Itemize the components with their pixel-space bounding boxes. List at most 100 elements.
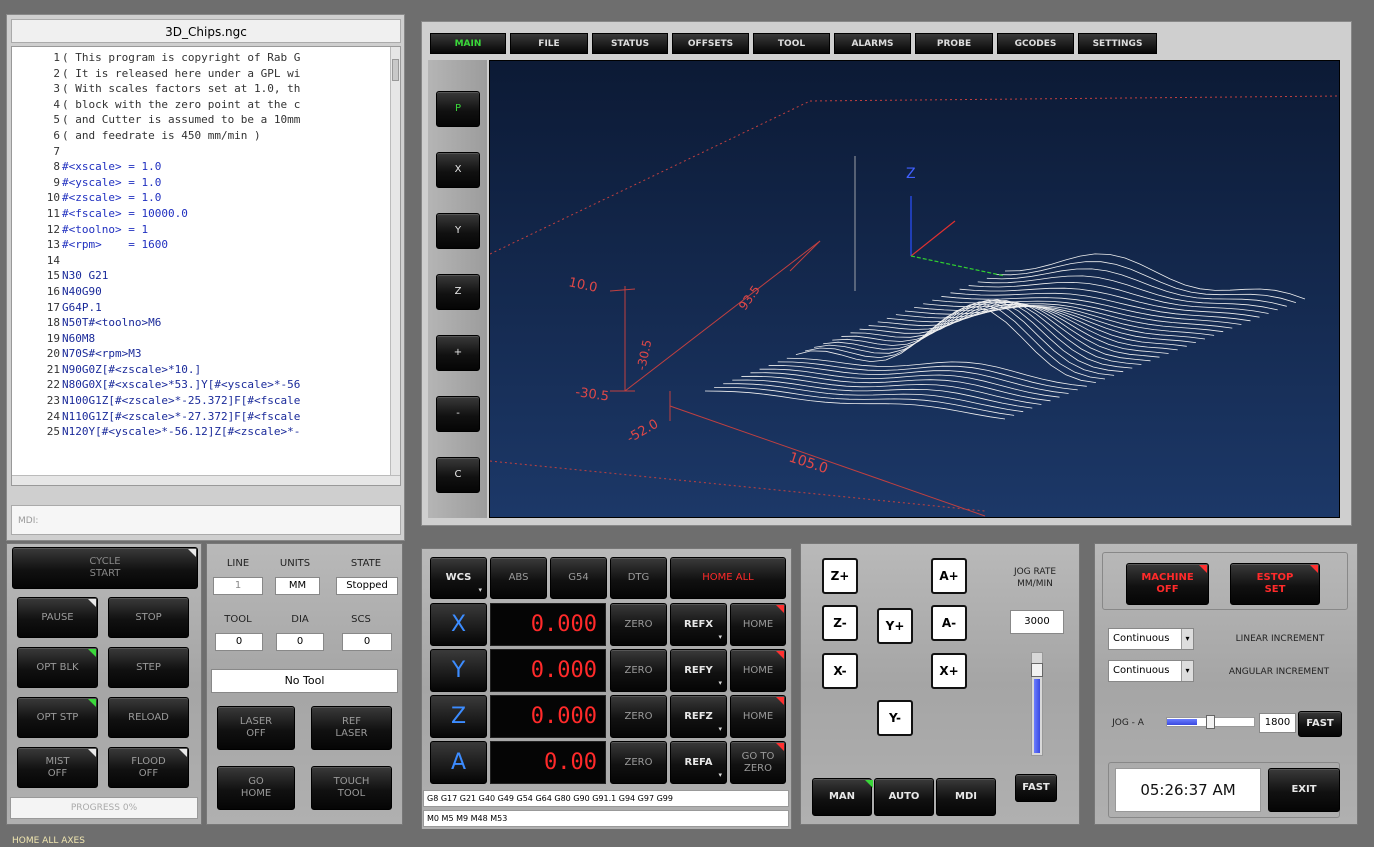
zero-z-button[interactable]: ZERO: [610, 695, 667, 738]
tab-tool[interactable]: TOOL: [753, 33, 830, 54]
tab-offsets[interactable]: OFFSETS: [672, 33, 749, 54]
jog-y-plus-button[interactable]: Y+: [877, 608, 913, 644]
touch-tool-button[interactable]: TOUCH TOOL: [311, 766, 392, 810]
tab-alarms[interactable]: ALARMS: [834, 33, 911, 54]
tab-probe[interactable]: PROBE: [915, 33, 993, 54]
toolpath-line: [786, 357, 1087, 387]
dim-label-4: 105.0: [787, 450, 830, 478]
jog-rate-slider[interactable]: [1031, 652, 1043, 756]
home-a-button[interactable]: GO TO ZERO: [730, 741, 786, 784]
line-text: N60M8: [62, 331, 96, 345]
jog-z-minus-button[interactable]: Z-: [822, 605, 858, 641]
flood-button[interactable]: FLOOD OFF: [108, 747, 189, 788]
line-number: 10: [46, 191, 60, 205]
tab-gcodes[interactable]: GCODES: [997, 33, 1074, 54]
tab-main[interactable]: MAIN: [430, 33, 506, 54]
vertical-scrollbar[interactable]: [390, 47, 400, 475]
jog-a-value[interactable]: 1800: [1259, 713, 1296, 733]
jog-a-slider-thumb[interactable]: [1206, 715, 1215, 729]
wcs-label: WCS: [445, 572, 472, 583]
line-number: 14: [46, 253, 60, 267]
dim-label-1: 10.0: [567, 275, 598, 296]
opt-blk-button[interactable]: OPT BLK: [17, 647, 98, 688]
jog-fast-button[interactable]: FAST: [1015, 774, 1057, 802]
zero-x-button[interactable]: ZERO: [610, 603, 667, 646]
ref-a-button[interactable]: REFA ▾: [670, 741, 727, 784]
reload-button[interactable]: RELOAD: [108, 697, 189, 738]
home-x-button[interactable]: HOME: [730, 603, 786, 646]
cycle-start-button[interactable]: CYCLE START: [12, 547, 198, 589]
view-y-button[interactable]: Y: [436, 213, 480, 249]
jog-x-minus-button[interactable]: X-: [822, 653, 858, 689]
auto-mode-button[interactable]: AUTO: [874, 778, 934, 816]
view-x-button[interactable]: X: [436, 152, 480, 188]
jog-a-slider[interactable]: [1166, 715, 1255, 729]
view-zoom-in-button[interactable]: +: [436, 335, 480, 371]
estop-set-button[interactable]: ESTOP SET: [1230, 563, 1320, 605]
axis-z-button[interactable]: Z: [430, 695, 487, 738]
jog-a-fast-button[interactable]: FAST: [1298, 711, 1342, 737]
zero-a-button[interactable]: ZERO: [610, 741, 667, 784]
tab-settings[interactable]: SETTINGS: [1078, 33, 1157, 54]
gcode-line: 21 N90G0Z[#<zscale>*10.]: [12, 362, 392, 378]
gcode-text-area[interactable]: 1( This program is copyright of Rab G 2( …: [11, 46, 401, 486]
ref-z-label: REFZ: [684, 710, 713, 722]
horizontal-scrollbar[interactable]: [12, 475, 400, 485]
exit-button[interactable]: EXIT: [1268, 768, 1340, 812]
axis-y-button[interactable]: Y: [430, 649, 487, 692]
stop-button[interactable]: STOP: [108, 597, 189, 638]
zero-y-button[interactable]: ZERO: [610, 649, 667, 692]
line-text: ( It is released here under a GPL wi: [62, 66, 301, 80]
z-axis-label: Z: [906, 166, 916, 182]
home-y-button[interactable]: HOME: [730, 649, 786, 692]
line-number: 20: [46, 347, 60, 361]
abs-button[interactable]: ABS: [490, 557, 547, 599]
view-zoom-out-button[interactable]: -: [436, 396, 480, 432]
g54-button[interactable]: G54: [550, 557, 607, 599]
machine-off-button[interactable]: MACHINE OFF: [1126, 563, 1209, 605]
view-perspective-button[interactable]: P: [436, 91, 480, 127]
step-button[interactable]: STEP: [108, 647, 189, 688]
jog-a-minus-button[interactable]: A-: [931, 605, 967, 641]
jog-y-minus-button[interactable]: Y-: [877, 700, 913, 736]
mdi-mode-button[interactable]: MDI: [936, 778, 996, 816]
pause-button[interactable]: PAUSE: [17, 597, 98, 638]
line-number: 17: [46, 300, 60, 314]
jog-y-minus-label: Y-: [889, 711, 901, 725]
line-text: #<yscale> = 1.0: [62, 175, 162, 189]
ref-z-button[interactable]: REFZ ▾: [670, 695, 727, 738]
view-clear-button[interactable]: C: [436, 457, 480, 493]
ref-a-label: REFA: [684, 756, 713, 768]
jog-rate-slider-thumb[interactable]: [1031, 663, 1043, 677]
line-text: N40G90: [62, 284, 102, 298]
axis-a-button[interactable]: A: [430, 741, 487, 784]
dtg-button[interactable]: DTG: [610, 557, 667, 599]
home-all-button[interactable]: HOME ALL: [670, 557, 786, 599]
linear-increment-select[interactable]: Continuous ▾: [1108, 628, 1194, 650]
home-z-button[interactable]: HOME: [730, 695, 786, 738]
mdi-input[interactable]: MDI:: [11, 505, 401, 535]
toolpath-preview[interactable]: Z 10.0 -30.5 -52.0 105.0 -30.5 93.5: [489, 60, 1340, 518]
mist-button[interactable]: MIST OFF: [17, 747, 98, 788]
ref-y-button[interactable]: REFY ▾: [670, 649, 727, 692]
jog-x-plus-button[interactable]: X+: [931, 653, 967, 689]
machine-off-led: [1199, 565, 1207, 573]
tab-status[interactable]: STATUS: [592, 33, 668, 54]
jog-a-plus-button[interactable]: A+: [931, 558, 967, 594]
ref-x-button[interactable]: REFX ▾: [670, 603, 727, 646]
go-home-button[interactable]: GO HOME: [217, 766, 295, 810]
ref-laser-button[interactable]: REF LASER: [311, 706, 392, 750]
toolpath-line: [968, 281, 1269, 314]
axis-x-button[interactable]: X: [430, 603, 487, 646]
tab-file[interactable]: FILE: [510, 33, 588, 54]
opt-stp-button[interactable]: OPT STP: [17, 697, 98, 738]
laser-button[interactable]: LASER OFF: [217, 706, 295, 750]
view-z-button[interactable]: Z: [436, 274, 480, 310]
scrollbar-thumb[interactable]: [392, 59, 399, 81]
jog-rate-input[interactable]: 3000: [1010, 610, 1064, 634]
wcs-button[interactable]: WCS ▾: [430, 557, 487, 599]
jog-z-plus-button[interactable]: Z+: [822, 558, 858, 594]
angular-increment-select[interactable]: Continuous ▾: [1108, 660, 1194, 682]
man-mode-button[interactable]: MAN: [812, 778, 873, 816]
line-number: 21: [46, 362, 60, 376]
